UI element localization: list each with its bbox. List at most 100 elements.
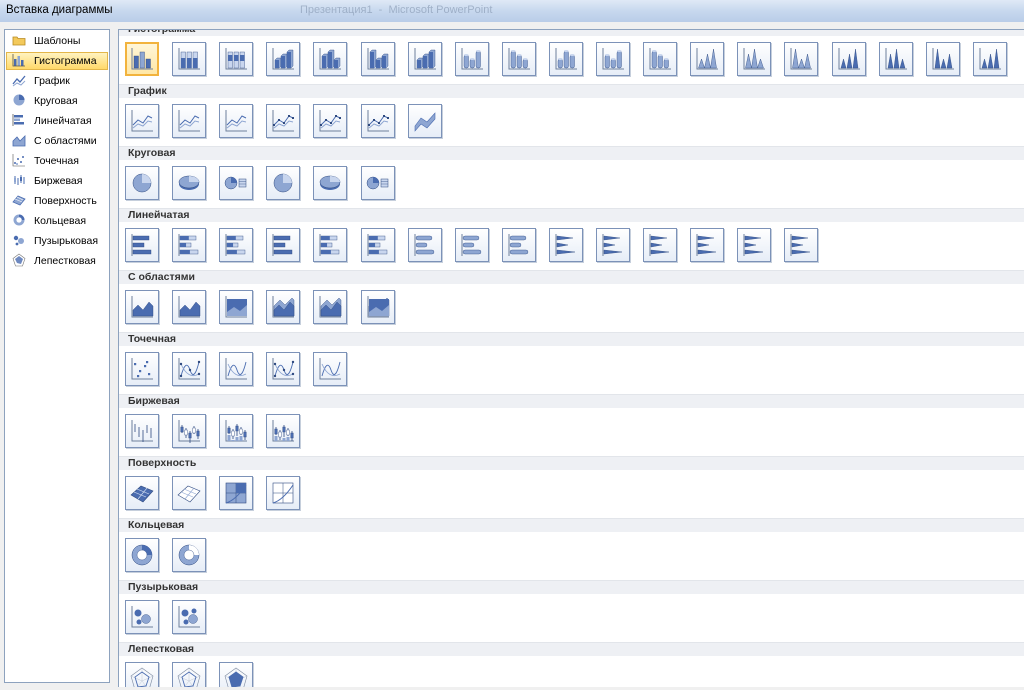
chart-type-scatter-1[interactable]: [125, 352, 159, 386]
chart-type-pie-1[interactable]: [125, 166, 159, 200]
chart-type-bar-6[interactable]: [361, 228, 395, 262]
bubble-chart-icon: [12, 233, 26, 250]
chart-type-bar-7[interactable]: [408, 228, 442, 262]
chart-type-stock-3[interactable]: [219, 414, 253, 448]
chart-type-column-13[interactable]: [690, 42, 724, 76]
chart-type-radar-3[interactable]: [219, 662, 253, 687]
chart-type-area-6[interactable]: [361, 290, 395, 324]
chart-type-column-2[interactable]: [172, 42, 206, 76]
chart-type-column-8[interactable]: [455, 42, 489, 76]
chart-type-line-5[interactable]: [313, 104, 347, 138]
chart-type-stock-1[interactable]: [125, 414, 159, 448]
sidebar-item-label: Круговая: [34, 95, 78, 107]
group-title: С областями: [128, 271, 195, 283]
chart-type-column-12[interactable]: [643, 42, 677, 76]
chart-type-scatter-2[interactable]: [172, 352, 206, 386]
chart-type-bubble-2[interactable]: [172, 600, 206, 634]
chart-type-surface-3[interactable]: [219, 476, 253, 510]
chart-type-bar-14[interactable]: [737, 228, 771, 262]
chart-type-area-1[interactable]: [125, 290, 159, 324]
chart-type-surface-4[interactable]: [266, 476, 300, 510]
chart-type-surface-2[interactable]: [172, 476, 206, 510]
chart-type-line-7[interactable]: [408, 104, 442, 138]
chart-type-column-1[interactable]: [125, 42, 159, 76]
sidebar-item-doughnut-chart[interactable]: Кольцевая: [6, 212, 108, 230]
group-header-pie: Круговая: [119, 146, 1024, 160]
sidebar-item-folder[interactable]: Шаблоны: [6, 32, 108, 50]
chart-type-bubble-1[interactable]: [125, 600, 159, 634]
chart-type-column-17[interactable]: [879, 42, 913, 76]
chart-type-bar-3[interactable]: [219, 228, 253, 262]
sidebar-item-line-chart[interactable]: График: [6, 72, 108, 90]
group-title: Линейчатая: [128, 209, 190, 221]
chart-type-bar-11[interactable]: [596, 228, 630, 262]
chart-type-column-19[interactable]: [973, 42, 1007, 76]
chart-type-line-3[interactable]: [219, 104, 253, 138]
chart-type-column-7[interactable]: [408, 42, 442, 76]
chart-type-surface-1[interactable]: [125, 476, 159, 510]
folder-icon: [12, 33, 26, 50]
sidebar-item-radar-chart[interactable]: Лепестковая: [6, 252, 108, 270]
chart-type-area-4[interactable]: [266, 290, 300, 324]
group-header-area: С областями: [119, 270, 1024, 284]
chart-type-doughnut-2[interactable]: [172, 538, 206, 572]
chart-type-pie-5[interactable]: [313, 166, 347, 200]
chart-type-scatter-3[interactable]: [219, 352, 253, 386]
chart-type-bar-8[interactable]: [455, 228, 489, 262]
chart-type-bar-1[interactable]: [125, 228, 159, 262]
dialog-title-bar: Вставка диаграммы Презентация1 - Microso…: [0, 0, 1024, 23]
sidebar-item-stock-chart[interactable]: Биржевая: [6, 172, 108, 190]
chart-type-line-2[interactable]: [172, 104, 206, 138]
chart-type-area-5[interactable]: [313, 290, 347, 324]
group-title: Гистограмма: [128, 29, 196, 35]
scatter-chart-icon: [12, 153, 26, 170]
chart-type-bar-13[interactable]: [690, 228, 724, 262]
chart-type-line-1[interactable]: [125, 104, 159, 138]
chart-type-column-15[interactable]: [784, 42, 818, 76]
pie-chart-icon: [12, 93, 26, 110]
chart-type-bar-15[interactable]: [784, 228, 818, 262]
area-chart-icon: [12, 133, 26, 150]
chart-type-column-10[interactable]: [549, 42, 583, 76]
chart-type-bar-10[interactable]: [549, 228, 583, 262]
chart-type-area-2[interactable]: [172, 290, 206, 324]
sidebar-item-label: Гистограмма: [34, 55, 97, 67]
chart-type-bar-5[interactable]: [313, 228, 347, 262]
chart-type-column-9[interactable]: [502, 42, 536, 76]
chart-type-bar-2[interactable]: [172, 228, 206, 262]
chart-type-column-18[interactable]: [926, 42, 960, 76]
chart-type-column-5[interactable]: [313, 42, 347, 76]
chart-type-bar-9[interactable]: [502, 228, 536, 262]
chart-type-radar-2[interactable]: [172, 662, 206, 687]
chart-type-pie-3[interactable]: [219, 166, 253, 200]
chart-type-pie-2[interactable]: [172, 166, 206, 200]
chart-type-column-11[interactable]: [596, 42, 630, 76]
chart-type-doughnut-1[interactable]: [125, 538, 159, 572]
chart-type-column-16[interactable]: [832, 42, 866, 76]
sidebar-item-bubble-chart[interactable]: Пузырьковая: [6, 232, 108, 250]
chart-type-line-4[interactable]: [266, 104, 300, 138]
chart-type-column-3[interactable]: [219, 42, 253, 76]
chart-type-bar-12[interactable]: [643, 228, 677, 262]
chart-type-pie-4[interactable]: [266, 166, 300, 200]
sidebar-item-scatter-chart[interactable]: Точечная: [6, 152, 108, 170]
chart-type-column-14[interactable]: [737, 42, 771, 76]
chart-type-line-6[interactable]: [361, 104, 395, 138]
group-title: Точечная: [128, 333, 176, 345]
chart-type-stock-2[interactable]: [172, 414, 206, 448]
chart-type-column-4[interactable]: [266, 42, 300, 76]
sidebar-item-bar-chart[interactable]: Линейчатая: [6, 112, 108, 130]
chart-type-area-3[interactable]: [219, 290, 253, 324]
chart-type-scatter-4[interactable]: [266, 352, 300, 386]
sidebar-item-surface-chart[interactable]: Поверхность: [6, 192, 108, 210]
chart-type-bar-4[interactable]: [266, 228, 300, 262]
chart-type-radar-1[interactable]: [125, 662, 159, 687]
chart-type-column-6[interactable]: [361, 42, 395, 76]
chart-type-pie-6[interactable]: [361, 166, 395, 200]
sidebar-item-pie-chart[interactable]: Круговая: [6, 92, 108, 110]
sidebar-item-column-chart[interactable]: Гистограмма: [6, 52, 108, 70]
chart-type-scatter-5[interactable]: [313, 352, 347, 386]
chart-type-stock-4[interactable]: [266, 414, 300, 448]
group-header-line: График: [119, 84, 1024, 98]
sidebar-item-area-chart[interactable]: С областями: [6, 132, 108, 150]
